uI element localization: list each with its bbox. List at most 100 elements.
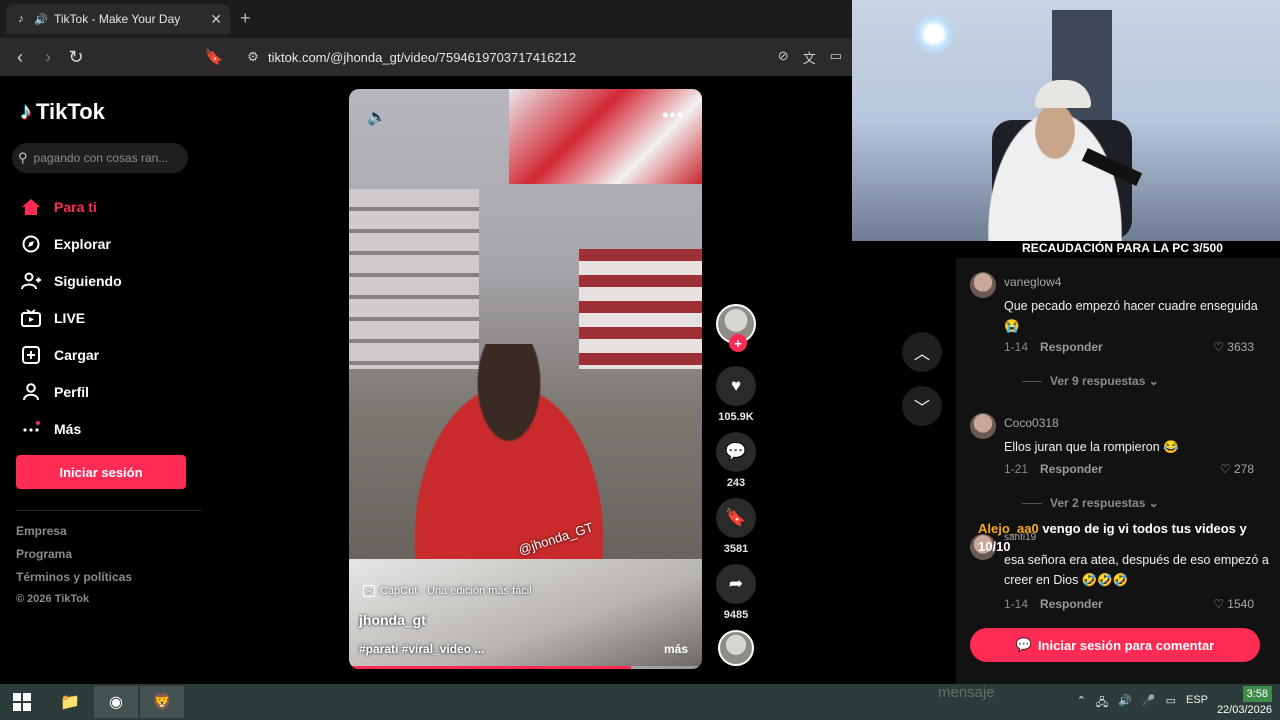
url-text: tiktok.com/@jhonda_gt/video/759461970371… xyxy=(268,49,577,65)
save-count: 3581 xyxy=(723,543,749,555)
comment-login-button[interactable]: 💬 Iniciar sesión para comentar xyxy=(970,628,1260,662)
url-field[interactable]: ⚙ tiktok.com/@jhonda_gt/video/7594619703… xyxy=(238,43,848,71)
reply-button[interactable]: Responder xyxy=(1040,597,1103,611)
share-count: 9485 xyxy=(723,609,749,621)
view-replies-link[interactable]: Ver 2 respuestas ⌄ xyxy=(1022,496,1159,510)
microphone-icon[interactable]: 🎤 xyxy=(1142,694,1156,713)
comment-like-count: 3633 xyxy=(1227,340,1254,354)
comment-likes[interactable]: ♡ 278 xyxy=(1220,462,1254,476)
tiktok-sidebar: ♪ TikTok ⚲ pagando con cosas ran... Para… xyxy=(0,76,230,684)
sidebar-item-label: Perfil xyxy=(54,383,90,400)
search-input[interactable]: ⚲ pagando con cosas ran... xyxy=(12,143,188,173)
volume-tray-icon[interactable]: 🔊 xyxy=(1118,694,1132,713)
battery-icon[interactable]: ▭ xyxy=(1166,694,1176,713)
file-explorer-button[interactable]: 📁 xyxy=(48,686,92,718)
back-icon[interactable]: ‹ xyxy=(6,47,34,68)
volume-icon[interactable]: 🔈 xyxy=(367,107,387,127)
close-tab-icon[interactable]: ✕ xyxy=(210,11,222,28)
heart-outline-icon: ♡ xyxy=(1213,340,1228,354)
comment-username[interactable]: Coco0318 xyxy=(1004,416,1059,430)
windows-logo-icon xyxy=(13,693,31,711)
creator-avatar[interactable]: + xyxy=(716,304,756,352)
speaker-icon[interactable]: 🔊 xyxy=(34,12,48,26)
avatar[interactable] xyxy=(970,413,996,439)
share-button[interactable]: ➦ xyxy=(716,564,756,604)
obs-icon: ◉ xyxy=(109,694,123,711)
sidebar-item-label: Siguiendo xyxy=(54,272,122,289)
compass-icon xyxy=(20,233,42,255)
streamer-webcam xyxy=(852,0,1280,241)
copyright: © 2026 TikTok xyxy=(16,593,90,605)
network-icon[interactable]: 🖧 xyxy=(1096,694,1108,713)
save-button[interactable]: 🔖 xyxy=(716,498,756,538)
comment-item: vaneglow4 Que pecado empezó hacer cuadre… xyxy=(970,264,1270,394)
browser-tab[interactable]: ♪ 🔊 TikTok - Make Your Day ✕ xyxy=(6,4,230,34)
logo-text: TikTok xyxy=(36,99,105,124)
comment-bubble-icon: 💬 xyxy=(725,442,747,461)
comment-text: Que pecado empezó hacer cuadre enseguida… xyxy=(1004,299,1258,333)
obs-button[interactable]: ◉ xyxy=(94,686,138,718)
sidebar-item-perfil[interactable]: Perfil xyxy=(20,373,122,410)
sidebar-item-explorar[interactable]: Explorar xyxy=(20,225,122,262)
video-progress-bar[interactable] xyxy=(349,666,702,669)
video-author[interactable]: jhonda_gt xyxy=(359,612,426,628)
comment-button[interactable]: 💬 xyxy=(716,432,756,472)
tiktok-note-icon: ♪ xyxy=(20,98,32,125)
next-video-button[interactable]: ﹀ xyxy=(902,386,942,426)
sidebar-item-mas[interactable]: Más xyxy=(20,410,122,447)
sidebar-item-cargar[interactable]: Cargar xyxy=(20,336,122,373)
site-settings-icon[interactable]: ⚙ xyxy=(238,49,268,65)
forward-icon[interactable]: › xyxy=(34,47,62,68)
heart-outline-icon: ♡ xyxy=(1219,462,1234,476)
tiktok-logo[interactable]: ♪ TikTok xyxy=(20,98,105,126)
start-button[interactable] xyxy=(0,686,44,718)
reply-button[interactable]: Responder xyxy=(1040,340,1103,354)
comment-meta: 1-14 Responder ♡ 3633 xyxy=(1004,340,1254,354)
video-progress-fill xyxy=(349,666,632,669)
login-button[interactable]: Iniciar sesión xyxy=(16,455,186,489)
avatar[interactable] xyxy=(970,272,996,298)
comment-likes[interactable]: ♡ 3633 xyxy=(1213,340,1254,354)
like-button[interactable]: ♥ xyxy=(716,366,756,406)
taskbar-clock[interactable]: 3:58 22/03/2026 xyxy=(1212,686,1272,718)
sound-disc-avatar[interactable] xyxy=(718,630,754,666)
stream-goal-text: RECAUDACIÓN PARA LA PC 3/500 xyxy=(1022,241,1224,255)
following-icon xyxy=(20,270,42,292)
caption-more-link[interactable]: más xyxy=(664,642,688,656)
sidebar-footer: Empresa Programa Términos y políticas © … xyxy=(16,524,132,616)
comment-username[interactable]: vaneglow4 xyxy=(1004,275,1061,289)
video-caption[interactable]: #parati #viral_video ... xyxy=(359,642,484,656)
cast-icon[interactable]: ▭ xyxy=(830,48,842,67)
sidebar-item-siguiendo[interactable]: Siguiendo xyxy=(20,262,122,299)
new-tab-button[interactable]: + xyxy=(240,8,251,29)
video-player[interactable]: 🔈 ••• @jhonda_GT ✂ CapCut · Una edición … xyxy=(349,89,702,669)
reload-icon[interactable]: ↻ xyxy=(62,47,90,68)
capcut-badge[interactable]: ✂ CapCut · Una edición más fácil xyxy=(363,585,532,597)
stream-chat-message: Alejo_aa0 vengo de ig vi todos tus video… xyxy=(978,520,1278,556)
video-more-options-icon[interactable]: ••• xyxy=(662,105,684,126)
footer-link-empresa[interactable]: Empresa xyxy=(16,524,132,547)
camera-off-icon[interactable]: ⊘ xyxy=(778,48,789,67)
footer-link-programa[interactable]: Programa xyxy=(16,547,132,570)
footer-link-terminos[interactable]: Términos y políticas xyxy=(16,570,132,593)
brave-lion-icon: 🦁 xyxy=(152,694,172,711)
brave-browser-button[interactable]: 🦁 xyxy=(140,686,184,718)
bookmark-icon: 🔖 xyxy=(725,508,747,527)
sidebar-item-para-ti[interactable]: Para ti xyxy=(20,188,122,225)
follow-plus-icon[interactable]: + xyxy=(729,334,747,352)
more-dots-icon xyxy=(20,418,42,440)
previous-video-button[interactable]: ︿ xyxy=(902,332,942,372)
reply-button[interactable]: Responder xyxy=(1040,462,1103,476)
comments-panel: vaneglow4 Que pecado empezó hacer cuadre… xyxy=(956,258,1280,684)
capcut-text: CapCut · Una edición más fácil xyxy=(380,585,532,597)
sidebar-item-live[interactable]: LIVE xyxy=(20,299,122,336)
translate-icon[interactable]: 文 xyxy=(803,48,816,67)
language-indicator[interactable]: ESP xyxy=(1186,694,1208,713)
chat-input-ghost-text: mensaje xyxy=(938,684,995,701)
comment-likes[interactable]: ♡ 1540 xyxy=(1213,597,1254,611)
chat-username: Alejo_aa0 xyxy=(978,521,1039,536)
profile-icon xyxy=(20,381,42,403)
view-replies-link[interactable]: Ver 9 respuestas ⌄ xyxy=(1022,374,1159,388)
bookmark-icon[interactable]: 🔖 xyxy=(200,48,228,66)
chevron-up-icon: ︿ xyxy=(913,346,930,363)
